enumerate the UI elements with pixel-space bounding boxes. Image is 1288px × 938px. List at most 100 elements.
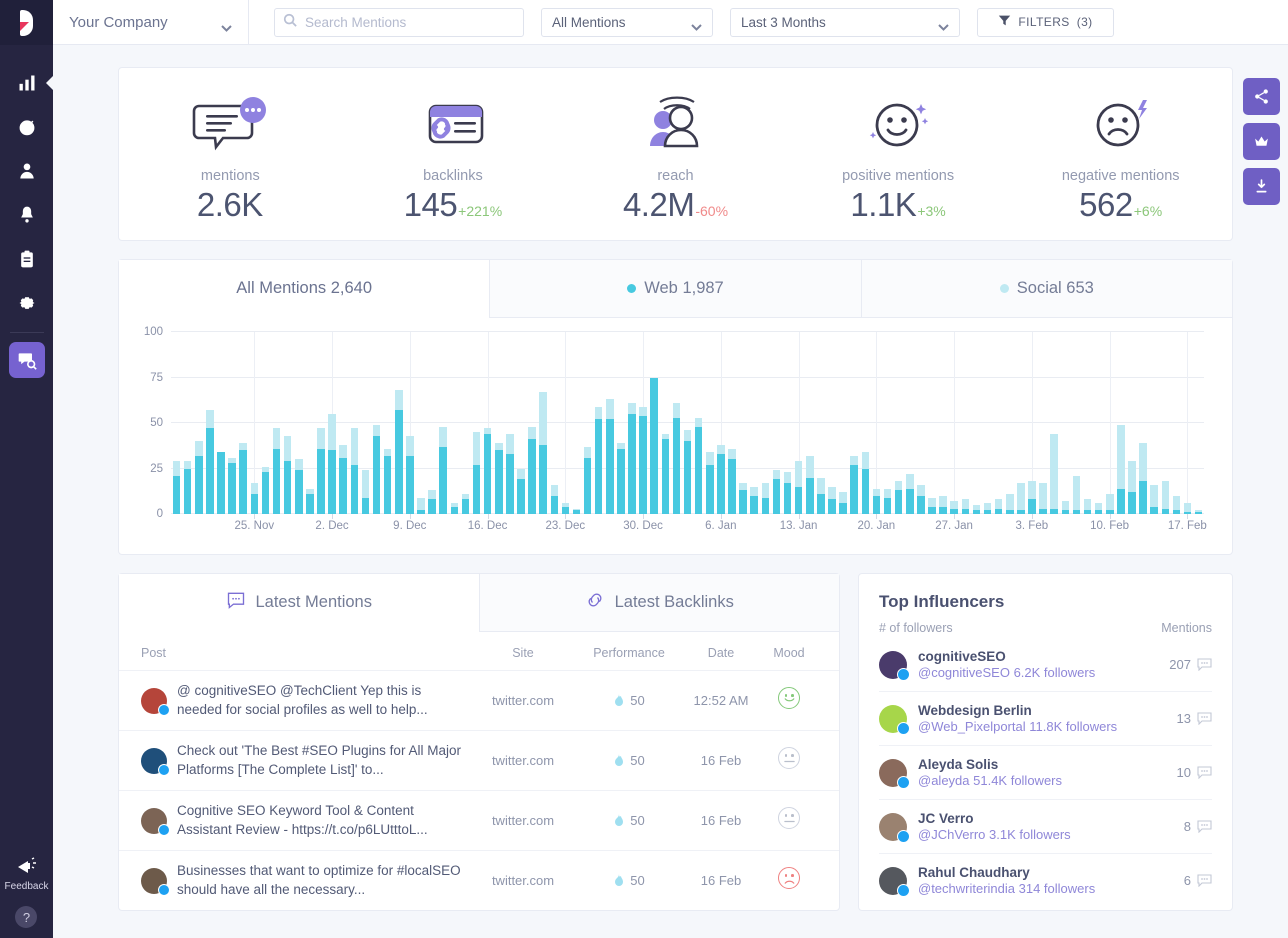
sidebar-item-monitoring[interactable] [0, 105, 53, 149]
chart-bar-slot[interactable] [760, 332, 771, 514]
mood-neutral-icon[interactable] [778, 807, 800, 829]
sidebar-item-alerts[interactable] [0, 193, 53, 237]
chart-bar-slot[interactable] [527, 332, 538, 514]
sidebar-item-settings[interactable] [0, 281, 53, 325]
kpi-positive-mentions[interactable]: positive mentions 1.1K +3% [787, 84, 1010, 224]
chart-bar-slot[interactable] [938, 332, 949, 514]
chart-bar-slot[interactable] [726, 332, 737, 514]
chart-bar-slot[interactable] [482, 332, 493, 514]
chart-bar-slot[interactable] [882, 332, 893, 514]
chart-bar-slot[interactable] [415, 332, 426, 514]
kpi-negative-mentions[interactable]: negative mentions 562 +6% [1009, 84, 1232, 224]
chart-bar-slot[interactable] [971, 332, 982, 514]
chart-bar-slot[interactable] [982, 332, 993, 514]
chart-bar-slot[interactable] [327, 332, 338, 514]
chart-bar-slot[interactable] [638, 332, 649, 514]
upgrade-button[interactable] [1243, 123, 1280, 160]
chart-bar-slot[interactable] [204, 332, 215, 514]
mood-negative-icon[interactable] [778, 867, 800, 889]
share-button[interactable] [1243, 78, 1280, 115]
sidebar-item-influencers[interactable] [0, 149, 53, 193]
chart-bar-slot[interactable] [238, 332, 249, 514]
chart-bar-slot[interactable] [304, 332, 315, 514]
chart-bar-slot[interactable] [793, 332, 804, 514]
feedback-button[interactable]: Feedback [5, 854, 49, 892]
chart-bar-slot[interactable] [1160, 332, 1171, 514]
chart-bar-slot[interactable] [571, 332, 582, 514]
chart-bar-slot[interactable] [449, 332, 460, 514]
chart-bar-slot[interactable] [815, 332, 826, 514]
chart-bar-slot[interactable] [371, 332, 382, 514]
tab-latest-backlinks[interactable]: Latest Backlinks [479, 574, 840, 632]
mention-row[interactable]: @ cognitiveSEO @TechClient Yep this is n… [119, 670, 839, 730]
chart-bar-slot[interactable] [1071, 332, 1082, 514]
chart-bar-slot[interactable] [382, 332, 393, 514]
chart-bar-slot[interactable] [349, 332, 360, 514]
mentions-filter-dropdown[interactable]: All Mentions [541, 8, 713, 37]
chart-bar-slot[interactable] [171, 332, 182, 514]
influencer-handle[interactable]: @JChVerro 3.1K followers [918, 827, 1184, 842]
chart-bar-slot[interactable] [915, 332, 926, 514]
chart-bar-slot[interactable] [749, 332, 760, 514]
chart-bar-slot[interactable] [893, 332, 904, 514]
chart-bar-slot[interactable] [460, 332, 471, 514]
tab-latest-mentions[interactable]: Latest Mentions [119, 574, 479, 632]
chart-bar-slot[interactable] [660, 332, 671, 514]
chart-bar-slot[interactable] [471, 332, 482, 514]
chart-bar-slot[interactable] [227, 332, 238, 514]
chart-bar-slot[interactable] [182, 332, 193, 514]
influencer-handle[interactable]: @aleyda 51.4K followers [918, 773, 1177, 788]
chart-bar-slot[interactable] [1193, 332, 1204, 514]
chart-bar-slot[interactable] [260, 332, 271, 514]
chart-bar-slot[interactable] [1004, 332, 1015, 514]
chart-bar-slot[interactable] [949, 332, 960, 514]
chart-bar-slot[interactable] [315, 332, 326, 514]
influencer-row[interactable]: cognitiveSEO@cognitiveSEO 6.2K followers… [879, 635, 1212, 691]
sidebar-item-reports[interactable] [0, 237, 53, 281]
chart-bar-slot[interactable] [1138, 332, 1149, 514]
mention-row[interactable]: Cognitive SEO Keyword Tool & Content Ass… [119, 790, 839, 850]
kpi-backlinks[interactable]: backlinks 145 +221% [342, 84, 565, 224]
influencer-row[interactable]: Rahul Chaudhary@techwriterindia 314 foll… [879, 853, 1212, 907]
chart-bar-slot[interactable] [338, 332, 349, 514]
mention-row[interactable]: Businesses that want to optimize for #lo… [119, 850, 839, 910]
chart-bar-slot[interactable] [826, 332, 837, 514]
chart-bar-slot[interactable] [271, 332, 282, 514]
chart-bar-slot[interactable] [427, 332, 438, 514]
chart-bar-slot[interactable] [926, 332, 937, 514]
search-input[interactable] [305, 15, 515, 30]
chart-bar-slot[interactable] [1026, 332, 1037, 514]
chart-tab-web[interactable]: Web 1,987 [489, 260, 860, 318]
chart-plot-area[interactable]: 0255075100 [171, 332, 1204, 514]
chart-bar-slot[interactable] [604, 332, 615, 514]
chart-bar-slot[interactable] [1104, 332, 1115, 514]
chart-bar-slot[interactable] [493, 332, 504, 514]
chart-tab-social[interactable]: Social 653 [861, 260, 1232, 318]
chart-bar-slot[interactable] [738, 332, 749, 514]
chart-bar-slot[interactable] [404, 332, 415, 514]
chart-bar-slot[interactable] [1126, 332, 1137, 514]
chart-bar-slot[interactable] [560, 332, 571, 514]
chart-bar-slot[interactable] [1049, 332, 1060, 514]
app-logo[interactable] [0, 0, 53, 45]
chart-bar-slot[interactable] [282, 332, 293, 514]
company-selector[interactable]: Your Company [53, 0, 249, 45]
chart-bar-slot[interactable] [1082, 332, 1093, 514]
date-range-dropdown[interactable]: Last 3 Months [730, 8, 960, 37]
chart-bar-slot[interactable] [1060, 332, 1071, 514]
influencer-row[interactable]: Webdesign Berlin@Web_Pixelportal 11.8K f… [879, 691, 1212, 745]
chart-bar-slot[interactable] [715, 332, 726, 514]
filters-button[interactable]: FILTERS (3) [977, 8, 1114, 37]
chart-bar-slot[interactable] [1115, 332, 1126, 514]
kpi-mentions[interactable]: mentions 2.6K [119, 84, 342, 224]
chart-bar-slot[interactable] [615, 332, 626, 514]
chart-bar-slot[interactable] [193, 332, 204, 514]
chart-bar-slot[interactable] [438, 332, 449, 514]
chart-bar-slot[interactable] [1038, 332, 1049, 514]
mood-neutral-icon[interactable] [778, 747, 800, 769]
chart-bar-slot[interactable] [849, 332, 860, 514]
chart-bar-slot[interactable] [771, 332, 782, 514]
chart-bar-slot[interactable] [593, 332, 604, 514]
chart-bar-slot[interactable] [1093, 332, 1104, 514]
kpi-reach[interactable]: reach 4.2M -60% [564, 84, 787, 224]
